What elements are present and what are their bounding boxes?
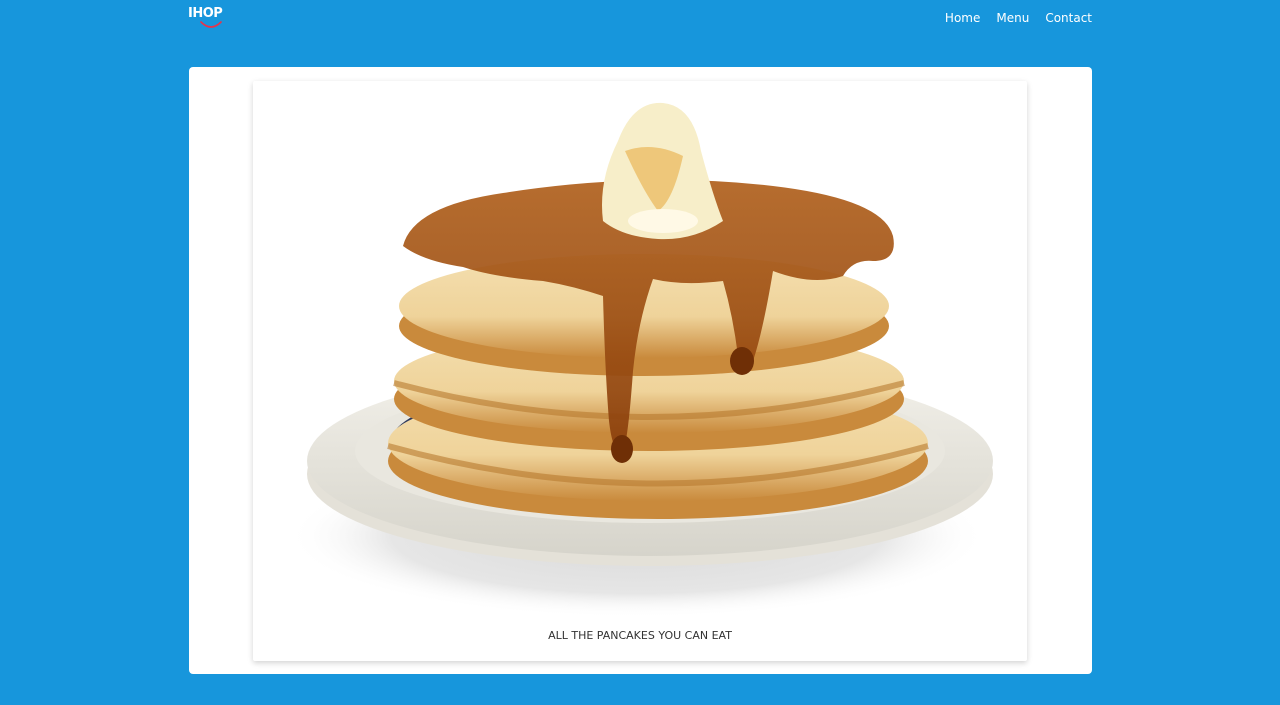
nav-link-menu[interactable]: Menu [996,10,1029,26]
image-figure: ALL THE PANCAKES YOU CAN EAT [253,81,1027,661]
pancake-stack-photo [287,102,993,618]
ihop-logo-link[interactable]: IHOP [188,6,228,28]
navbar: IHOP Home Menu Contact [0,0,1280,36]
ihop-smile-logo-icon [200,21,222,28]
nav-link-contact[interactable]: Contact [1045,10,1092,26]
image-caption: ALL THE PANCAKES YOU CAN EAT [548,629,732,642]
nav-link-home[interactable]: Home [945,10,980,26]
content-card: ALL THE PANCAKES YOU CAN EAT [189,67,1092,674]
nav-links: Home Menu Contact [945,10,1092,26]
